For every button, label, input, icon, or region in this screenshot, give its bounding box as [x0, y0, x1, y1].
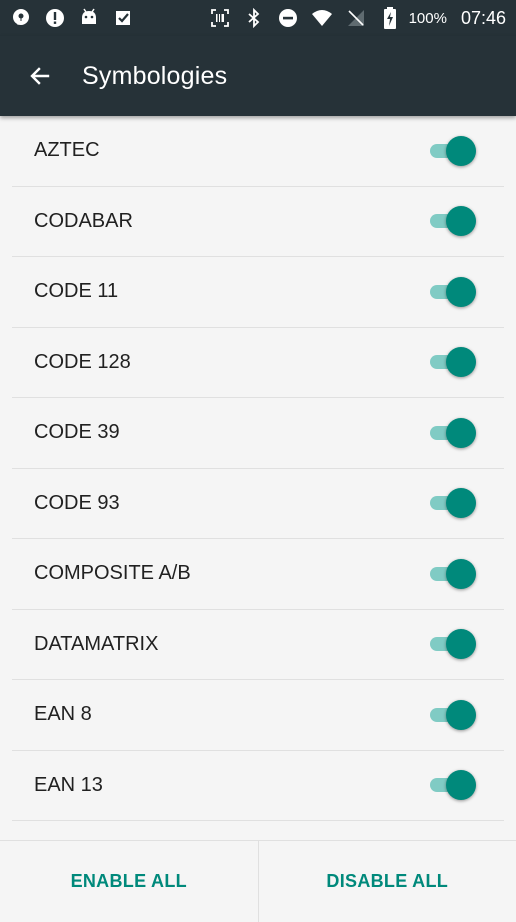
alert-icon — [44, 7, 66, 29]
code-11-toggle[interactable] — [430, 276, 476, 308]
arrow-back-icon — [30, 67, 50, 85]
wifi-icon — [311, 7, 333, 29]
symbology-row-ean-13: EAN 13 — [12, 751, 504, 821]
bluetooth-icon — [243, 7, 265, 29]
symbology-label: EAN 8 — [34, 703, 92, 726]
symbology-row-composite-ab: COMPOSITE A/B — [12, 539, 504, 610]
system-icons: 100% 07:46 — [203, 7, 506, 29]
ean-13-toggle[interactable] — [430, 769, 476, 801]
switch-thumb — [446, 558, 476, 589]
disable-all-button[interactable]: DISABLE ALL — [259, 841, 516, 922]
composite-ab-toggle[interactable] — [430, 558, 476, 590]
symbology-label: CODABAR — [34, 209, 133, 232]
switch-thumb — [446, 135, 476, 166]
switch-thumb — [446, 699, 476, 730]
enable-all-button[interactable]: ENABLE ALL — [0, 841, 258, 922]
code-93-toggle[interactable] — [430, 487, 476, 519]
symbology-label: CODE 128 — [34, 350, 131, 373]
switch-thumb — [446, 770, 476, 801]
symbology-row-code-11: CODE 11 — [12, 257, 504, 328]
switch-thumb — [446, 276, 476, 307]
symbology-label: COMPOSITE A/B — [34, 562, 191, 585]
symbology-row-codabar: CODABAR — [12, 187, 504, 257]
battery-charging-icon — [379, 7, 401, 29]
symbology-label: CODE 11 — [34, 280, 119, 303]
codabar-toggle[interactable] — [430, 205, 476, 237]
aztec-toggle[interactable] — [430, 135, 476, 167]
symbology-label: CODE 93 — [34, 491, 120, 514]
page-title: Symbologies — [82, 61, 228, 90]
switch-thumb — [446, 417, 476, 448]
symbology-row-code-39: CODE 39 — [12, 398, 504, 469]
do-not-disturb-icon — [277, 7, 299, 29]
symbology-row-datamatrix: DATAMATRIX — [12, 610, 504, 680]
symbology-row-aztec: AZTEC — [12, 116, 504, 187]
symbology-label: AZTEC — [34, 139, 100, 162]
switch-thumb — [446, 347, 476, 378]
check-badge-icon — [112, 7, 134, 29]
back-button[interactable] — [22, 58, 58, 94]
code-128-toggle[interactable] — [430, 346, 476, 378]
app-bar: Symbologies — [0, 36, 516, 116]
symbology-label: CODE 39 — [34, 421, 120, 444]
clock: 07:46 — [460, 7, 506, 28]
datamatrix-toggle[interactable] — [430, 628, 476, 660]
barcode-scanner-icon — [209, 7, 231, 29]
symbology-row-code-93: CODE 93 — [12, 469, 504, 539]
ean-8-toggle[interactable] — [430, 699, 476, 731]
switch-thumb — [446, 629, 476, 660]
notification-icons — [10, 7, 146, 29]
symbology-label: DATAMATRIX — [34, 632, 159, 655]
switch-thumb — [446, 206, 476, 237]
status-bar: 100% 07:46 — [0, 0, 516, 36]
code-39-toggle[interactable] — [430, 417, 476, 449]
battery-percentage: 100% — [408, 9, 447, 27]
android-icon — [78, 7, 100, 29]
symbology-list: AZTEC CODABAR CODE 11 CODE 128 CODE 39 C… — [0, 116, 516, 840]
switch-thumb — [446, 488, 476, 519]
symbology-label: EAN 13 — [34, 773, 103, 796]
bottom-action-bar: ENABLE ALL DISABLE ALL — [0, 840, 516, 922]
symbology-row-code-128: CODE 128 — [12, 328, 504, 398]
symbology-row-ean-8: EAN 8 — [12, 680, 504, 751]
no-signal-icon — [345, 7, 367, 29]
chat-bubble-icon — [10, 7, 32, 29]
